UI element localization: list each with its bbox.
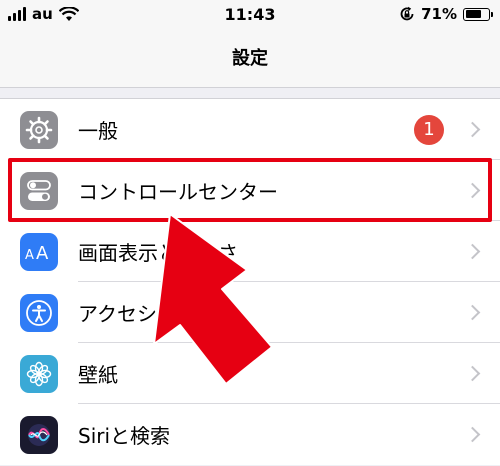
status-bar: au 11:43 71%	[0, 0, 500, 30]
settings-item-siri-search[interactable]: Siriと検索	[0, 404, 500, 465]
notification-badge: 1	[414, 114, 444, 145]
status-right: 71%	[399, 5, 493, 23]
settings-item-display-brightness[interactable]: A A 画面表示と明るさ	[0, 221, 500, 282]
orientation-lock-icon	[400, 6, 414, 21]
settings-item-label: コントロールセンター	[78, 180, 278, 204]
settings-item-label: 壁紙	[78, 363, 118, 387]
chevron-right-icon	[464, 243, 481, 260]
chevron-right-icon	[464, 426, 481, 443]
accessibility-icon	[20, 293, 58, 332]
chevron-right-icon	[464, 304, 481, 321]
siri-icon	[20, 415, 58, 454]
settings-item-control-center[interactable]: コントロールセンター	[0, 160, 500, 221]
page-title: 設定	[232, 48, 268, 69]
battery-icon	[463, 7, 493, 21]
chevron-right-icon	[464, 121, 481, 138]
toggle-icon	[20, 171, 58, 210]
svg-text:A: A	[36, 243, 49, 263]
battery-percent: 71%	[421, 5, 457, 23]
navigation-bar: 設定	[0, 30, 500, 88]
settings-item-accessibility[interactable]: アクセシビリティ	[0, 282, 500, 343]
settings-item-label: 画面表示と明るさ	[78, 241, 238, 265]
settings-item-label: 一般	[78, 119, 118, 143]
flower-icon	[20, 354, 58, 393]
settings-item-general[interactable]: 一般 1	[0, 99, 500, 160]
settings-list: 一般 1 コントロールセンター A A 画面表示と明るさ アクセシビリティ 壁紙…	[0, 98, 500, 465]
svg-text:A: A	[25, 248, 34, 263]
chevron-right-icon	[464, 182, 481, 199]
settings-item-wallpaper[interactable]: 壁紙	[0, 343, 500, 404]
gear-icon	[20, 110, 58, 149]
text-size-icon: A A	[20, 232, 58, 271]
settings-item-label: アクセシビリティ	[78, 302, 236, 326]
settings-item-label: Siriと検索	[78, 424, 171, 448]
chevron-right-icon	[464, 365, 481, 382]
battery-fill	[465, 10, 482, 18]
